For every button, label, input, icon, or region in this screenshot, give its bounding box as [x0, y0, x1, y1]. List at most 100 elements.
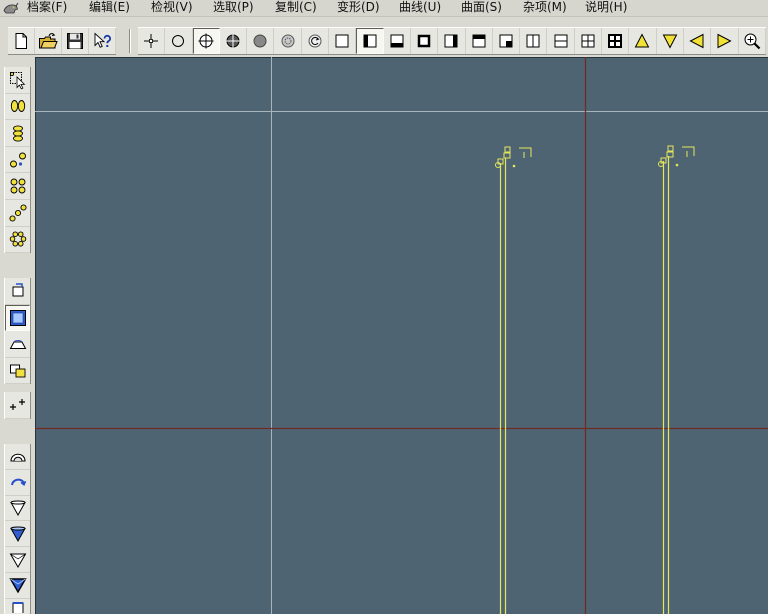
menu-surface[interactable]: 曲面(S) [461, 0, 523, 16]
circle-icon [172, 35, 185, 47]
point-icon [144, 34, 159, 48]
solid-circle-button[interactable] [247, 28, 275, 54]
square-right-button[interactable] [438, 28, 466, 54]
cylinder-button[interactable] [5, 599, 30, 614]
menu-items: 档案(F) 编辑(E) 检视(V) 选取(P) 复制(C) 变形(D) 曲线(U… [27, 0, 647, 16]
triangle-right-icon [717, 33, 732, 49]
circle-button[interactable] [165, 28, 193, 54]
rectangle-mark-button[interactable] [5, 278, 30, 305]
triangle-down-icon [662, 34, 678, 49]
points-button[interactable] [5, 392, 30, 419]
menu-copy[interactable]: 复制(C) [275, 0, 337, 16]
rotate-circle-button[interactable] [302, 28, 330, 54]
new-document-button[interactable] [8, 28, 35, 54]
shape-tool-group [4, 278, 31, 385]
four-ellipses-button[interactable] [5, 173, 30, 200]
save-icon [67, 33, 83, 49]
circle-target-icon [281, 34, 295, 48]
cone-blue-button[interactable] [5, 521, 30, 548]
new-document-icon [15, 33, 27, 49]
menu-select[interactable]: 选取(P) [213, 0, 275, 16]
zoom-button[interactable] [739, 28, 766, 54]
curve-object-2[interactable] [658, 145, 695, 614]
square-bottom-icon [390, 34, 404, 48]
solid-tool-group [4, 444, 31, 614]
triangle-up-button[interactable] [629, 28, 657, 54]
triangle-left-button[interactable] [684, 28, 712, 54]
circle-target-button[interactable] [274, 28, 302, 54]
two-ellipses-button[interactable] [5, 94, 30, 121]
blue-square-icon [9, 309, 26, 326]
square-bottom-button[interactable] [384, 28, 411, 54]
arch-button[interactable] [5, 444, 30, 470]
menu-curve[interactable]: 曲线(U) [399, 0, 461, 16]
cone-outline-icon [9, 500, 26, 517]
ellipse-dots-button[interactable] [5, 147, 30, 174]
open-folder-button[interactable] [35, 28, 62, 54]
viewport-canvas[interactable] [35, 57, 768, 614]
view-toolbar-group [138, 27, 766, 55]
app-icon[interactable] [3, 1, 19, 14]
rhino-app-window: 档案(F) 编辑(E) 检视(V) 选取(P) 复制(C) 变形(D) 曲线(U… [0, 0, 768, 614]
split-horizontal-icon [554, 34, 568, 48]
square-thick-icon [417, 34, 431, 48]
ellipse-ring-button[interactable] [5, 227, 30, 254]
curved-arrow-icon [10, 478, 26, 487]
select-icon [9, 71, 25, 90]
grid-four-icon [581, 34, 595, 48]
square-top-icon [472, 34, 486, 48]
square-top-button[interactable] [466, 28, 493, 54]
control-point-markers [495, 146, 532, 168]
ellipse-stack-icon [12, 125, 23, 142]
filled-circle-crosshair-button[interactable] [220, 28, 248, 54]
pyramid-blue-icon [8, 578, 27, 594]
triangle-up-icon [635, 33, 650, 48]
control-point-markers [658, 145, 695, 167]
menu-help[interactable]: 说明(H) [585, 0, 647, 16]
arch-icon [9, 454, 26, 462]
select-button[interactable] [5, 67, 30, 94]
square-icon [335, 34, 349, 48]
dome-button[interactable] [5, 331, 30, 358]
blue-square-button[interactable] [5, 304, 30, 332]
grid-four-bold-icon [608, 34, 623, 48]
menu-edit[interactable]: 编辑(E) [89, 0, 151, 16]
menu-transform[interactable]: 变形(D) [337, 0, 399, 16]
cone-outline-button[interactable] [5, 496, 30, 522]
solid-circle-icon [253, 34, 267, 48]
menu-misc[interactable]: 杂项(M) [523, 0, 585, 16]
diagonal-ellipses-button[interactable] [5, 200, 30, 227]
overlap-rect-icon [9, 364, 25, 378]
square-bottom-right-button[interactable] [493, 28, 521, 54]
menu-view[interactable]: 检视(V) [151, 0, 213, 16]
overlap-rect-button[interactable] [5, 358, 30, 385]
save-button[interactable] [62, 28, 89, 54]
square-thick-button[interactable] [411, 28, 439, 54]
square-left-icon [363, 34, 377, 48]
curved-arrow-button[interactable] [5, 470, 30, 496]
ellipse-dots-icon [9, 152, 26, 168]
ellipse-ring-icon [9, 231, 26, 247]
grid-four-button[interactable] [575, 28, 603, 54]
triangle-down-button[interactable] [657, 28, 684, 54]
diagonal-ellipses-icon [8, 204, 27, 222]
viewport[interactable] [35, 57, 768, 614]
four-ellipses-icon [10, 178, 25, 194]
filled-circle-crosshair-icon [226, 34, 240, 48]
pyramid-blue-button[interactable] [5, 573, 30, 599]
pyramid-outline-button[interactable] [5, 547, 30, 573]
menu-bar: 档案(F) 编辑(E) 检视(V) 选取(P) 复制(C) 变形(D) 曲线(U… [0, 0, 768, 17]
pyramid-outline-icon [9, 553, 26, 568]
context-help-button[interactable] [89, 28, 116, 54]
ellipse-stack-button[interactable] [5, 120, 30, 147]
point-button[interactable] [138, 28, 166, 54]
grid-four-bold-button[interactable] [602, 28, 630, 54]
circle-crosshair-button[interactable] [192, 28, 220, 54]
triangle-right-button[interactable] [711, 28, 739, 54]
menu-file[interactable]: 档案(F) [27, 0, 89, 16]
square-button[interactable] [329, 28, 357, 54]
curve-object-1[interactable] [495, 146, 532, 614]
square-left-button[interactable] [356, 28, 384, 54]
split-vertical-button[interactable] [520, 28, 548, 54]
split-horizontal-button[interactable] [547, 28, 575, 54]
